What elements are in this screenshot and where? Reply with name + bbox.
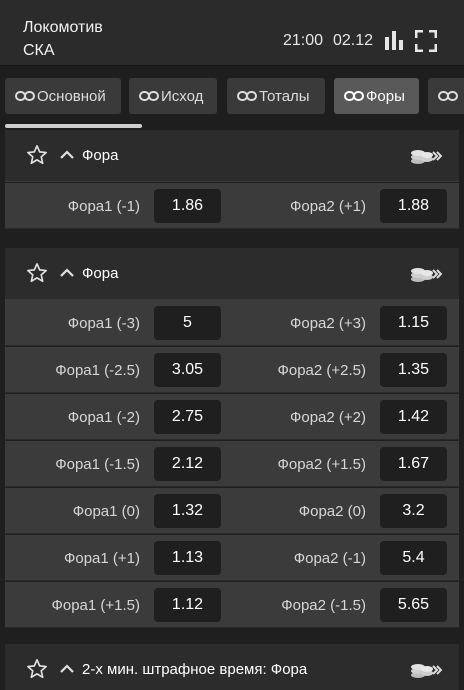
link-icon xyxy=(237,91,257,101)
tab-main[interactable]: Основной xyxy=(5,78,121,114)
team-away: СКА xyxy=(23,42,55,59)
bet-row: Фора1 (-1.5) 2.12 Фора2 (+1.5) 1.67 xyxy=(5,441,459,487)
star-icon[interactable] xyxy=(26,144,48,166)
bet-row: Фора1 (+1.5) 1.12 Фора2 (-1.5) 5.65 xyxy=(5,582,459,628)
coins-icon[interactable] xyxy=(410,661,442,679)
odds-button[interactable]: 1.67 xyxy=(380,447,447,481)
market-header[interactable]: Фора xyxy=(5,130,459,182)
outcome-label: Фора2 (-1.5) xyxy=(281,597,366,614)
outcome-label: Фора1 (-1.5) xyxy=(55,456,140,473)
odds-button[interactable]: 1.32 xyxy=(154,494,221,528)
odds-button[interactable]: 1.35 xyxy=(380,353,447,387)
bet-row: Фора1 (-2) 2.75 Фора2 (+2) 1.42 xyxy=(5,394,459,440)
match-date: 02.12 xyxy=(333,32,374,49)
odds-button[interactable]: 1.12 xyxy=(154,588,221,622)
outcome-label: Фора2 (0) xyxy=(298,503,366,520)
odds-button[interactable]: 1.13 xyxy=(154,541,221,575)
odds-button[interactable]: 1.15 xyxy=(380,306,447,340)
match-time: 21:00 xyxy=(283,32,324,49)
odds-button[interactable]: 1.88 xyxy=(380,189,447,223)
odds-button[interactable]: 1.86 xyxy=(154,189,221,223)
tab-label: Форы xyxy=(366,87,405,105)
bet-row: Фора1 (-1) 1.86 Фора2 (+1) 1.88 xyxy=(5,183,459,229)
chevron-up-icon[interactable] xyxy=(59,147,75,163)
outcome-label: Фора1 (+1.5) xyxy=(51,597,140,614)
tabs-scroll-indicator[interactable] xyxy=(5,124,142,128)
market-title: Фора xyxy=(82,147,119,164)
team-home: Локомотив xyxy=(23,19,103,36)
market-title: 2-х мин. штрафное время: Фора xyxy=(82,661,308,678)
market-header[interactable]: 2-х мин. штрафное время: Фора xyxy=(5,644,459,690)
outcome-label: Фора1 (-1) xyxy=(67,198,140,215)
tab-handicaps[interactable]: Форы xyxy=(334,78,419,114)
tab-label: Тоталы xyxy=(259,87,310,105)
outcome-label: Фора2 (+1) xyxy=(289,198,366,215)
bet-row: Фора1 (-2.5) 3.05 Фора2 (+2.5) 1.35 xyxy=(5,347,459,393)
bet-row: Фора1 (-3) 5 Фора2 (+3) 1.15 xyxy=(5,300,459,346)
outcome-label: Фора2 (+1.5) xyxy=(277,456,366,473)
outcome-label: Фора1 (-2.5) xyxy=(55,362,140,379)
odds-button[interactable]: 1.42 xyxy=(380,400,447,434)
odds-button[interactable]: 2.75 xyxy=(154,400,221,434)
bet-row: Фора1 (+1) 1.13 Фора2 (-1) 5.4 xyxy=(5,535,459,581)
odds-button[interactable]: 3.05 xyxy=(154,353,221,387)
odds-button[interactable]: 5.65 xyxy=(380,588,447,622)
outcome-label: Фора2 (+3) xyxy=(289,315,366,332)
link-icon xyxy=(344,91,364,101)
bet-row: Фора1 (0) 1.32 Фора2 (0) 3.2 xyxy=(5,488,459,534)
tab-label: Исход xyxy=(161,87,204,105)
outcome-label: Фора1 (0) xyxy=(72,503,140,520)
market-header[interactable]: Фора xyxy=(5,248,459,300)
market-tabs: Основной Исход Тоталы Форы xyxy=(0,66,464,130)
fullscreen-icon[interactable] xyxy=(415,30,437,52)
odds-button[interactable]: 2.12 xyxy=(154,447,221,481)
odds-button[interactable]: 5.4 xyxy=(380,541,447,575)
outcome-label: Фора2 (+2) xyxy=(289,409,366,426)
odds-button[interactable]: 5 xyxy=(154,306,221,340)
outcome-label: Фора1 (-2) xyxy=(67,409,140,426)
link-icon xyxy=(438,91,458,101)
star-icon[interactable] xyxy=(26,658,48,680)
tab-more[interactable] xyxy=(428,78,464,114)
coins-icon[interactable] xyxy=(410,147,442,165)
outcome-label: Фора1 (+1) xyxy=(63,550,140,567)
tab-totals[interactable]: Тоталы xyxy=(227,78,325,114)
outcome-label: Фора2 (-1) xyxy=(293,550,366,567)
stats-icon[interactable] xyxy=(384,30,404,50)
outcome-label: Фора1 (-3) xyxy=(67,315,140,332)
outcome-label: Фора2 (+2.5) xyxy=(277,362,366,379)
tab-outcome[interactable]: Исход xyxy=(129,78,217,114)
tab-label: Основной xyxy=(37,87,106,105)
star-icon[interactable] xyxy=(26,262,48,284)
odds-button[interactable]: 3.2 xyxy=(380,494,447,528)
chevron-up-icon[interactable] xyxy=(59,661,75,677)
market-title: Фора xyxy=(82,265,119,282)
match-header: Локомотив СКА 21:00 02.12 xyxy=(0,0,464,66)
link-icon xyxy=(15,91,35,101)
coins-icon[interactable] xyxy=(410,265,442,283)
link-icon xyxy=(139,91,159,101)
chevron-up-icon[interactable] xyxy=(59,265,75,281)
